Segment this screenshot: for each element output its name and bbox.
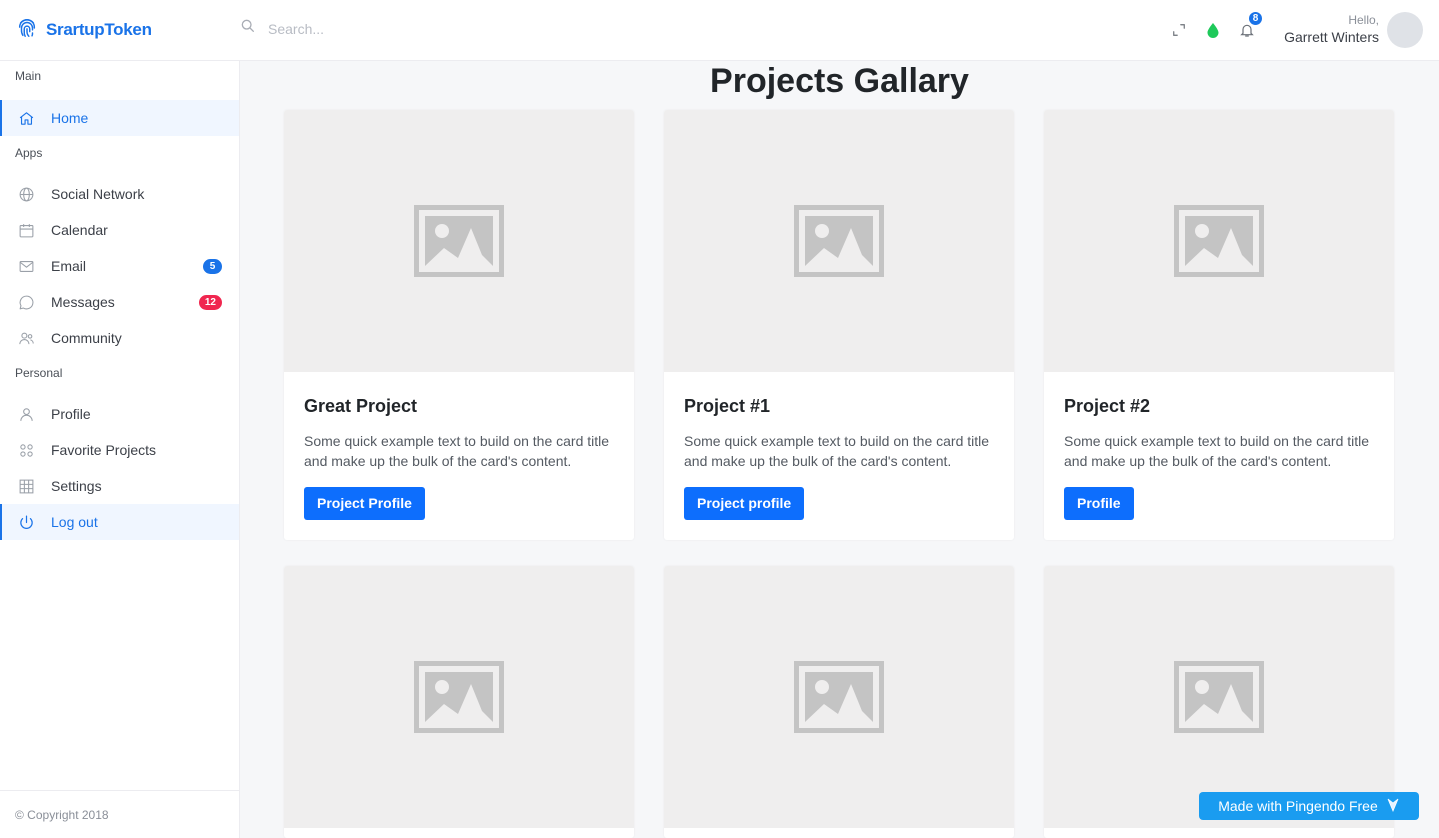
page-title: Projects Gallary	[710, 62, 969, 100]
card-text: Some quick example text to build on the …	[304, 433, 610, 469]
sidebar-item-favorite-projects[interactable]: Favorite Projects	[0, 432, 239, 468]
sidebar-item-messages[interactable]: Messages 12	[0, 284, 239, 320]
pingendo-badge[interactable]: Made with Pingendo Free	[1199, 792, 1419, 820]
sidebar-item-settings[interactable]: Settings	[0, 468, 239, 504]
section-title-apps: Apps	[15, 146, 43, 160]
sidebar-item-label: Calendar	[51, 222, 108, 238]
fullscreen-icon[interactable]	[1167, 18, 1191, 42]
sidebar: Main Home Apps Social Network Calendar E…	[0, 61, 240, 838]
copyright-footer: © Copyright 2018	[0, 790, 239, 838]
sidebar-item-label: Email	[51, 258, 87, 274]
sidebar-item-label: Favorite Projects	[51, 442, 157, 458]
project-profile-button[interactable]: Project profile	[684, 487, 805, 520]
image-placeholder-icon	[1174, 205, 1264, 277]
search-bar	[240, 18, 568, 39]
apps-icon	[17, 441, 35, 459]
sidebar-item-label: Log out	[51, 514, 98, 530]
project-card	[664, 566, 1014, 838]
project-card: Great Project Some quick example text to…	[284, 110, 634, 540]
sidebar-item-label: Community	[51, 330, 122, 346]
user-greeting[interactable]: Hello, Garrett Winters	[1284, 13, 1379, 47]
top-header: SrartupToken 8 Hello, Garrett Winters	[0, 0, 1439, 61]
home-icon	[17, 109, 35, 127]
image-placeholder	[284, 110, 634, 372]
globe-icon	[17, 185, 35, 203]
sidebar-item-label: Profile	[51, 406, 91, 422]
sidebar-item-label: Settings	[51, 478, 102, 494]
image-placeholder-icon	[414, 661, 504, 733]
grid-icon	[17, 477, 35, 495]
email-count-badge: 5	[203, 259, 222, 274]
notifications-badge: 8	[1248, 11, 1263, 26]
greeting-text: Hello,	[1348, 13, 1379, 27]
messages-count-badge: 12	[198, 295, 222, 310]
avatar[interactable]	[1387, 12, 1423, 48]
sidebar-item-email[interactable]: Email 5	[0, 248, 239, 284]
search-input[interactable]	[268, 20, 568, 37]
sidebar-item-label: Home	[51, 110, 89, 126]
project-card: Project #2 Some quick example text to bu…	[1044, 110, 1394, 540]
card-text: Some quick example text to build on the …	[684, 433, 990, 469]
sidebar-item-label: Social Network	[51, 186, 145, 202]
sidebar-item-calendar[interactable]: Calendar	[0, 212, 239, 248]
image-placeholder-icon	[414, 205, 504, 277]
users-icon	[17, 329, 35, 347]
image-placeholder	[664, 110, 1014, 372]
notifications-bell-icon[interactable]: 8	[1235, 11, 1263, 42]
sidebar-item-profile[interactable]: Profile	[0, 396, 239, 432]
project-card: Project #1 Some quick example text to bu…	[664, 110, 1014, 540]
pingendo-label: Made with Pingendo Free	[1218, 798, 1378, 814]
fingerprint-icon	[16, 17, 38, 44]
power-icon	[17, 513, 35, 531]
image-placeholder-icon	[1174, 661, 1264, 733]
calendar-icon	[17, 221, 35, 239]
section-title-personal: Personal	[15, 366, 63, 380]
image-placeholder	[664, 566, 1014, 828]
sidebar-item-community[interactable]: Community	[0, 320, 239, 356]
card-title: Project #1	[684, 396, 771, 416]
user-icon	[17, 405, 35, 423]
image-placeholder	[1044, 110, 1394, 372]
brand-logo[interactable]: SrartupToken	[16, 16, 152, 44]
mail-icon	[17, 257, 35, 275]
project-profile-button[interactable]: Project Profile	[304, 487, 425, 520]
brand-name: SrartupToken	[46, 20, 152, 39]
pingendo-logo-icon	[1386, 797, 1400, 816]
section-title-main: Main	[15, 69, 42, 83]
sidebar-item-home[interactable]: Home	[0, 100, 239, 136]
user-name: Garrett Winters	[1284, 29, 1379, 45]
sidebar-item-social-network[interactable]: Social Network	[0, 176, 239, 212]
chat-icon	[17, 293, 35, 311]
profile-button[interactable]: Profile	[1064, 487, 1134, 520]
card-title: Great Project	[304, 396, 418, 416]
card-title: Project #2	[1064, 396, 1151, 416]
card-text: Some quick example text to build on the …	[1064, 433, 1370, 469]
image-placeholder	[284, 566, 634, 828]
sidebar-item-log-out[interactable]: Log out	[0, 504, 239, 540]
status-drop-icon[interactable]	[1201, 18, 1225, 42]
image-placeholder	[1044, 566, 1394, 828]
image-placeholder-icon	[794, 205, 884, 277]
search-icon	[240, 18, 256, 39]
sidebar-item-label: Messages	[51, 294, 115, 310]
image-placeholder-icon	[794, 661, 884, 733]
project-card	[284, 566, 634, 838]
